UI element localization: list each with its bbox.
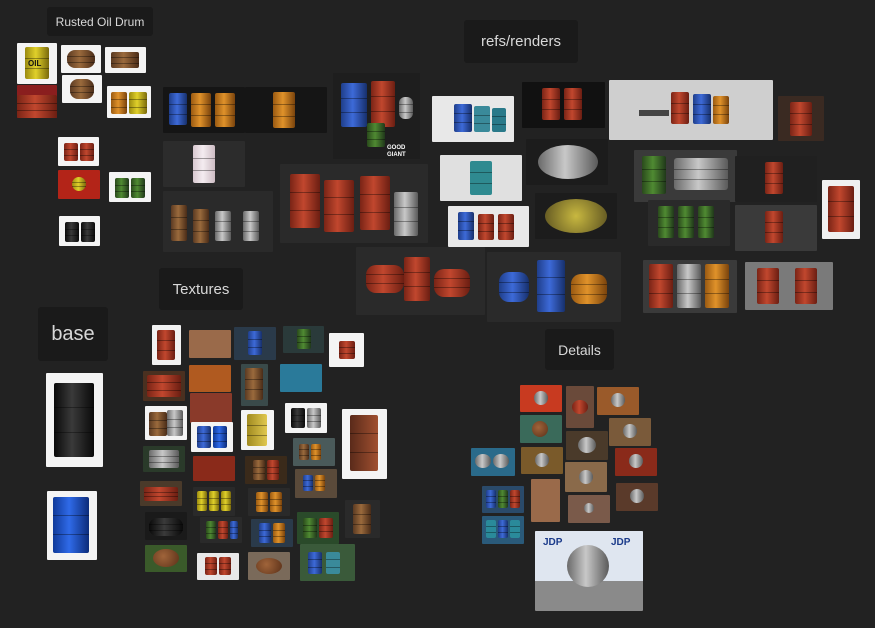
good-giant-logo-text: GOOD GIANT: [387, 145, 406, 158]
texture-thumb-7[interactable]: [189, 365, 231, 392]
detail-thumb-8[interactable]: [521, 447, 563, 474]
render-thumb-rusty-cans[interactable]: [163, 191, 273, 252]
label-refs-renders[interactable]: refs/renders: [464, 20, 578, 63]
render-thumb-drum-scene[interactable]: [609, 80, 773, 140]
texture-thumb-3[interactable]: [234, 327, 276, 360]
ref-thumb-hazard-drums[interactable]: [107, 86, 151, 118]
texture-thumb-1[interactable]: [152, 325, 181, 365]
render-thumb-green-drums-set[interactable]: [648, 200, 730, 246]
texture-thumb-23[interactable]: [248, 488, 290, 516]
detail-thumb-9[interactable]: [615, 448, 657, 476]
texture-thumb-17[interactable]: [293, 438, 335, 466]
render-thumb-blue-orange-drums[interactable]: [487, 252, 621, 322]
texture-thumb-13[interactable]: [241, 410, 274, 450]
label-rusted-oil-drum[interactable]: Rusted Oil Drum: [47, 7, 153, 36]
texture-thumb-31[interactable]: [248, 552, 290, 580]
render-thumb-red-drums-lying[interactable]: [356, 247, 485, 315]
render-thumb-three-drums[interactable]: [643, 260, 737, 313]
render-thumb-red-drums-render[interactable]: [280, 164, 428, 243]
render-thumb-white-drum[interactable]: [163, 141, 245, 187]
base-thumb-blue-drum[interactable]: [47, 491, 97, 560]
texture-thumb-20[interactable]: [295, 469, 337, 498]
detail-thumb-10[interactable]: [565, 462, 607, 492]
render-thumb-red-hazard-drum[interactable]: [822, 180, 860, 239]
label-details[interactable]: Details: [545, 329, 614, 370]
jdp-logo-text-2: JDP: [611, 537, 631, 548]
ref-thumb-red-drums-stack[interactable]: [58, 170, 100, 199]
base-thumb-black-drum[interactable]: [46, 373, 103, 467]
render-thumb-orange-drum[interactable]: [245, 87, 327, 133]
render-thumb-red-drum-dark-1[interactable]: [735, 156, 817, 202]
texture-thumb-12[interactable]: [191, 422, 233, 452]
detail-thumb-7[interactable]: [471, 448, 515, 476]
render-thumb-drums-colored[interactable]: [163, 87, 245, 133]
texture-thumb-11[interactable]: [145, 406, 187, 440]
texture-thumb-2[interactable]: [189, 330, 231, 358]
texture-thumb-8[interactable]: [241, 364, 268, 406]
ref-thumb-yellow-oil-drum[interactable]: OIL: [17, 43, 57, 84]
texture-thumb-28[interactable]: [297, 512, 339, 544]
texture-thumb-22[interactable]: [193, 487, 235, 516]
texture-thumb-25[interactable]: [145, 512, 187, 540]
texture-thumb-24[interactable]: [345, 500, 380, 538]
detail-thumb-13[interactable]: [616, 483, 658, 511]
detail-thumb-11[interactable]: [482, 486, 524, 513]
detail-thumb-jdp-drum-lid[interactable]: JDP JDP: [535, 531, 643, 611]
texture-thumb-10[interactable]: [190, 393, 232, 423]
texture-thumb-5[interactable]: [329, 333, 364, 367]
detail-thumb-3[interactable]: [597, 387, 639, 415]
render-thumb-green-drum-sheet[interactable]: [634, 150, 737, 202]
label-textures[interactable]: Textures: [159, 268, 243, 310]
texture-thumb-27[interactable]: [251, 519, 293, 547]
render-thumb-red-drum-grey[interactable]: [745, 262, 833, 310]
render-thumb-red-drum-dark-2[interactable]: [735, 205, 817, 251]
texture-thumb-6[interactable]: [143, 371, 185, 401]
detail-thumb-5[interactable]: [609, 418, 651, 446]
texture-thumb-26[interactable]: [200, 517, 242, 543]
ref-thumb-red-barrels[interactable]: [17, 85, 57, 118]
render-thumb-good-giant[interactable]: GOOD GIANT: [333, 73, 420, 159]
render-thumb-blue-red-drums[interactable]: [448, 206, 529, 247]
render-thumb-teal-drum[interactable]: [440, 155, 522, 201]
texture-thumb-18[interactable]: [193, 456, 235, 481]
texture-thumb-16[interactable]: [143, 446, 185, 472]
oil-text: OIL: [28, 59, 42, 68]
detail-thumb-2[interactable]: [566, 386, 594, 428]
detail-thumb-12[interactable]: [531, 479, 560, 522]
texture-thumb-19[interactable]: [245, 456, 287, 484]
texture-thumb-15[interactable]: [342, 409, 387, 479]
detail-thumb-1[interactable]: [520, 385, 562, 412]
texture-thumb-29[interactable]: [145, 545, 187, 572]
detail-thumb-15[interactable]: [482, 516, 524, 544]
texture-thumb-30[interactable]: [197, 553, 239, 580]
label-base[interactable]: base: [38, 307, 108, 361]
jdp-logo-text: JDP: [543, 537, 563, 548]
ref-thumb-green-drums[interactable]: [109, 172, 151, 202]
ref-thumb-rusty-drum-2[interactable]: [105, 47, 146, 73]
ref-thumb-black-drums[interactable]: [59, 216, 100, 246]
detail-thumb-4[interactable]: [520, 415, 562, 443]
detail-thumb-6[interactable]: [566, 431, 608, 460]
ref-thumb-red-drums-small[interactable]: [58, 137, 99, 166]
texture-thumb-4[interactable]: [283, 326, 324, 353]
render-thumb-drum-lid-1[interactable]: [526, 139, 608, 185]
texture-thumb-21[interactable]: [140, 481, 182, 506]
ref-thumb-rusty-drum-1[interactable]: [61, 45, 101, 73]
render-thumb-red-drum-spot[interactable]: [522, 82, 605, 128]
texture-thumb-32[interactable]: [300, 544, 355, 581]
render-thumb-drum-lid-2[interactable]: [535, 193, 617, 239]
ref-thumb-rusty-drum-3[interactable]: [62, 75, 102, 103]
texture-thumb-14[interactable]: [285, 403, 327, 433]
detail-thumb-14[interactable]: [568, 495, 610, 523]
drum-lid-image: [567, 545, 609, 587]
texture-thumb-9[interactable]: [280, 364, 322, 392]
render-thumb-blue-teal-drums[interactable]: [432, 96, 514, 142]
render-thumb-hazard-barrel[interactable]: [778, 96, 824, 141]
